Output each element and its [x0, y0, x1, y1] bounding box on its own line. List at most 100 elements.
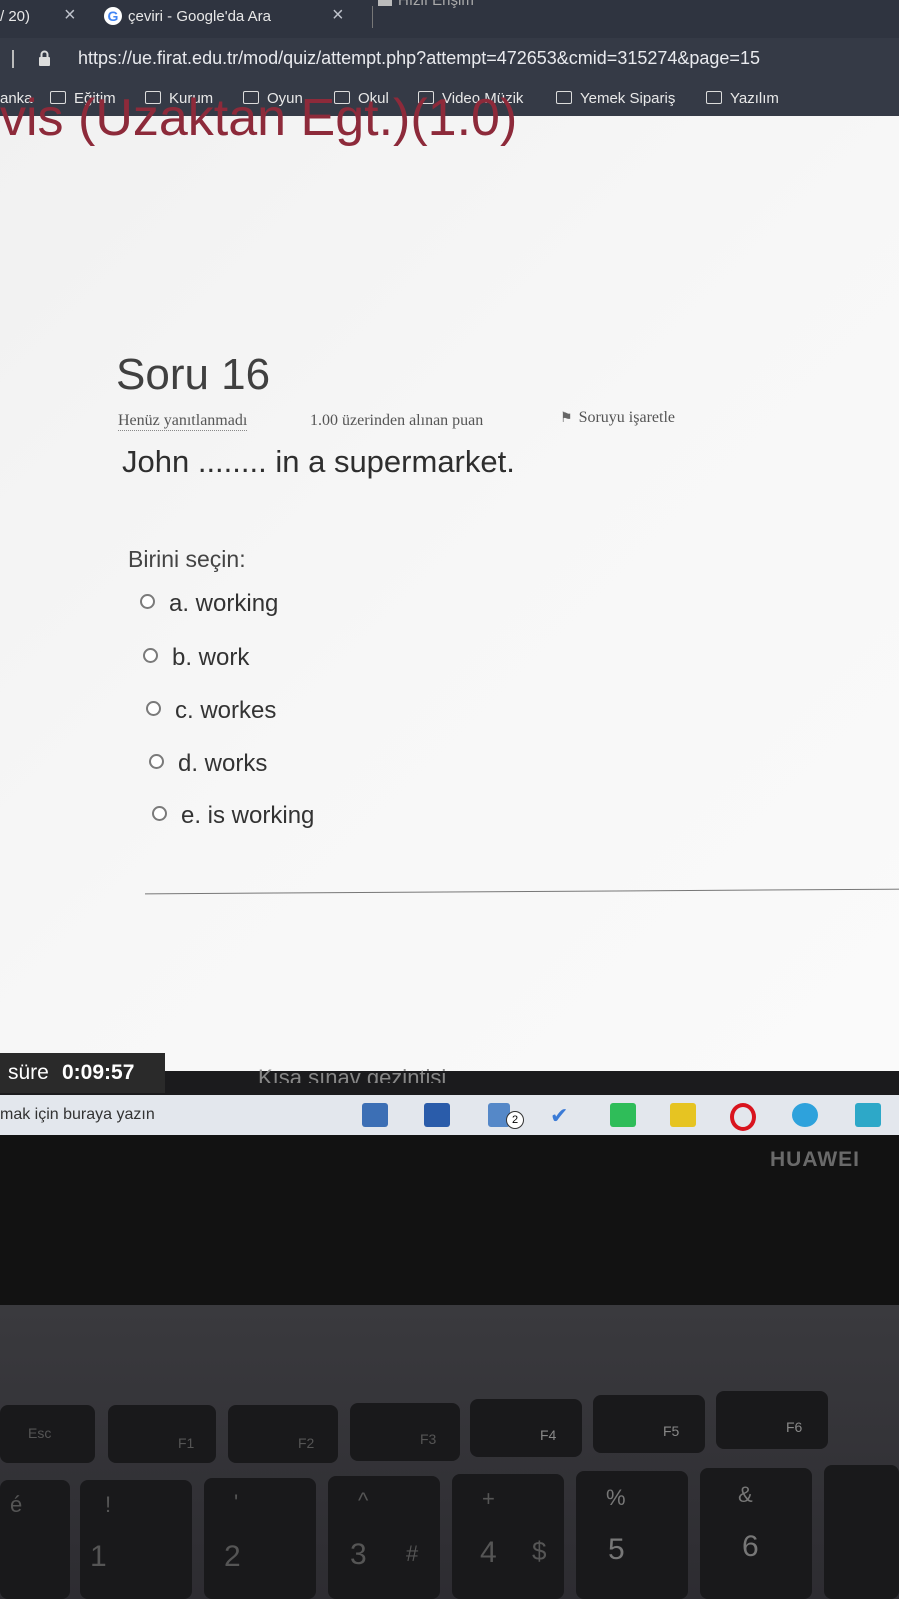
radio-button[interactable]	[152, 806, 167, 821]
key-label: 2	[224, 1540, 241, 1573]
key-label: F2	[298, 1435, 315, 1451]
key-label: Esc	[28, 1425, 52, 1441]
brand-logo: HUAWEI	[770, 1148, 860, 1171]
key-label: F5	[663, 1423, 680, 1439]
key-label: 5	[608, 1533, 625, 1566]
key-label: 6	[742, 1530, 759, 1563]
tab-divider	[372, 6, 373, 28]
key-label: F1	[178, 1435, 195, 1451]
flag-icon: ⚑	[560, 411, 573, 426]
question-points: 1.00 üzerinden alınan puan	[310, 412, 484, 429]
option-e[interactable]: e. is working	[152, 802, 314, 830]
key-f2: F2	[228, 1405, 338, 1463]
taskbar-search-input[interactable]: mak için buraya yazın	[0, 1106, 155, 1124]
question-text: John ........ in a supermarket.	[122, 444, 515, 479]
opera-icon[interactable]	[730, 1103, 756, 1131]
quiz-navigation-heading: Kısa sınav gezintisi	[258, 1065, 446, 1083]
flag-question-label: Soruyu işaretle	[578, 409, 675, 426]
bookmark-yemek-siparis[interactable]: Yemek Sipariş	[556, 90, 675, 107]
key-label: +	[482, 1486, 495, 1511]
key-label: F3	[420, 1431, 437, 1447]
bookmark-yazilim[interactable]: Yazılım	[706, 90, 779, 107]
option-c[interactable]: c. workes	[146, 697, 276, 725]
key-label: 1	[90, 1540, 107, 1573]
key-f5: F5	[593, 1395, 705, 1453]
bookmark-label: Yazılım	[730, 90, 779, 107]
notification-badge: 2	[506, 1111, 524, 1129]
telegram-icon[interactable]	[792, 1103, 818, 1127]
apps-icon[interactable]	[378, 0, 392, 6]
question-title: Soru 16	[116, 350, 271, 399]
key-backtick: é	[0, 1480, 70, 1599]
key-f6: F6	[716, 1391, 828, 1449]
radio-button[interactable]	[149, 754, 164, 769]
security-icon[interactable]	[424, 1103, 450, 1127]
tab-previous-label[interactable]: / 20)	[0, 8, 30, 25]
mail-icon[interactable]	[362, 1103, 388, 1127]
timer-label: süre	[8, 1061, 49, 1084]
option-a[interactable]: a. working	[140, 590, 278, 618]
key-label: 3	[350, 1538, 367, 1571]
key-label: !	[105, 1492, 112, 1517]
key-f4: F4	[470, 1399, 582, 1457]
key-f3: F3	[350, 1403, 460, 1461]
sticky-icon[interactable]	[670, 1103, 696, 1127]
option-label: b. work	[172, 644, 250, 671]
taskbar: mak için buraya yazın 2 ✔	[0, 1095, 899, 1135]
key-label: F4	[540, 1427, 557, 1443]
key-label: é	[10, 1492, 23, 1517]
key-1: ! 1	[80, 1480, 192, 1599]
key-label: 4	[480, 1536, 497, 1569]
flag-question-link[interactable]: ⚑ Soruyu işaretle	[560, 409, 675, 427]
option-b[interactable]: b. work	[143, 644, 249, 672]
option-d[interactable]: d. works	[149, 750, 267, 778]
quiz-page: vis (Uzaktan Egt.)(1.0) Soru 16 Henüz ya…	[0, 89, 899, 1071]
tab-bar: / 20) × G çeviri - Google'da Ara × Hızlı…	[0, 0, 899, 38]
key-esc: Esc	[0, 1405, 95, 1463]
whatsapp-icon[interactable]	[855, 1103, 881, 1127]
key-label: %	[606, 1485, 626, 1510]
tab-ceviri-label[interactable]: çeviri - Google'da Ara	[128, 8, 271, 25]
key-7	[824, 1465, 899, 1599]
timer-value: 0:09:57	[62, 1061, 135, 1084]
reload-icon[interactable]	[12, 50, 14, 68]
radio-button[interactable]	[146, 701, 161, 716]
key-2: ' 2	[204, 1478, 316, 1599]
course-title: vis (Uzaktan Egt.)(1.0)	[0, 89, 518, 147]
address-bar[interactable]: https://ue.firat.edu.tr/mod/quiz/attempt…	[0, 38, 899, 82]
url-text[interactable]: https://ue.firat.edu.tr/mod/quiz/attempt…	[78, 48, 760, 69]
check-icon[interactable]: ✔	[550, 1103, 576, 1128]
quiz-timer: süre 0:09:57	[0, 1053, 165, 1093]
key-label: ^	[358, 1488, 369, 1513]
google-icon: G	[104, 7, 122, 25]
key-label: '	[234, 1490, 239, 1515]
lock-icon[interactable]	[38, 50, 51, 66]
option-label: e. is working	[181, 802, 315, 829]
option-label: d. works	[178, 750, 268, 777]
quiz-navigation-label: Kısa sınav gezintisi	[258, 1065, 447, 1083]
key-3: ^ 3 #	[328, 1476, 440, 1599]
key-f1: F1	[108, 1405, 216, 1463]
spotify-icon[interactable]	[610, 1103, 636, 1127]
radio-button[interactable]	[143, 648, 158, 663]
keyboard: Esc F1 F2 F3 F4 F5 F6 é ! 1 ' 2 ^ 3 # +4 $ % 5…	[0, 1305, 899, 1599]
key-label: #	[406, 1541, 419, 1566]
close-tab-icon[interactable]: ×	[64, 4, 76, 27]
option-label: c. workes	[175, 697, 277, 724]
key-label: F6	[786, 1419, 803, 1435]
option-label: a. working	[169, 590, 279, 617]
key-label: &	[738, 1482, 753, 1507]
close-tab-icon[interactable]: ×	[332, 4, 344, 27]
bookmark-label: Yemek Sipariş	[580, 90, 676, 107]
key-label: $	[532, 1536, 547, 1566]
folder-icon	[706, 91, 722, 104]
folder-icon	[556, 91, 572, 104]
tab-quick-access-label[interactable]: Hızlı Erişim	[398, 0, 474, 9]
choose-label: Birini seçin:	[128, 546, 246, 572]
radio-button[interactable]	[140, 594, 155, 609]
question-status: Henüz yanıtlanmadı	[118, 412, 248, 431]
laptop-bezel	[0, 1135, 899, 1305]
key-5: % 5	[576, 1471, 688, 1599]
key-4: +4 $	[452, 1474, 564, 1599]
divider	[145, 888, 899, 895]
